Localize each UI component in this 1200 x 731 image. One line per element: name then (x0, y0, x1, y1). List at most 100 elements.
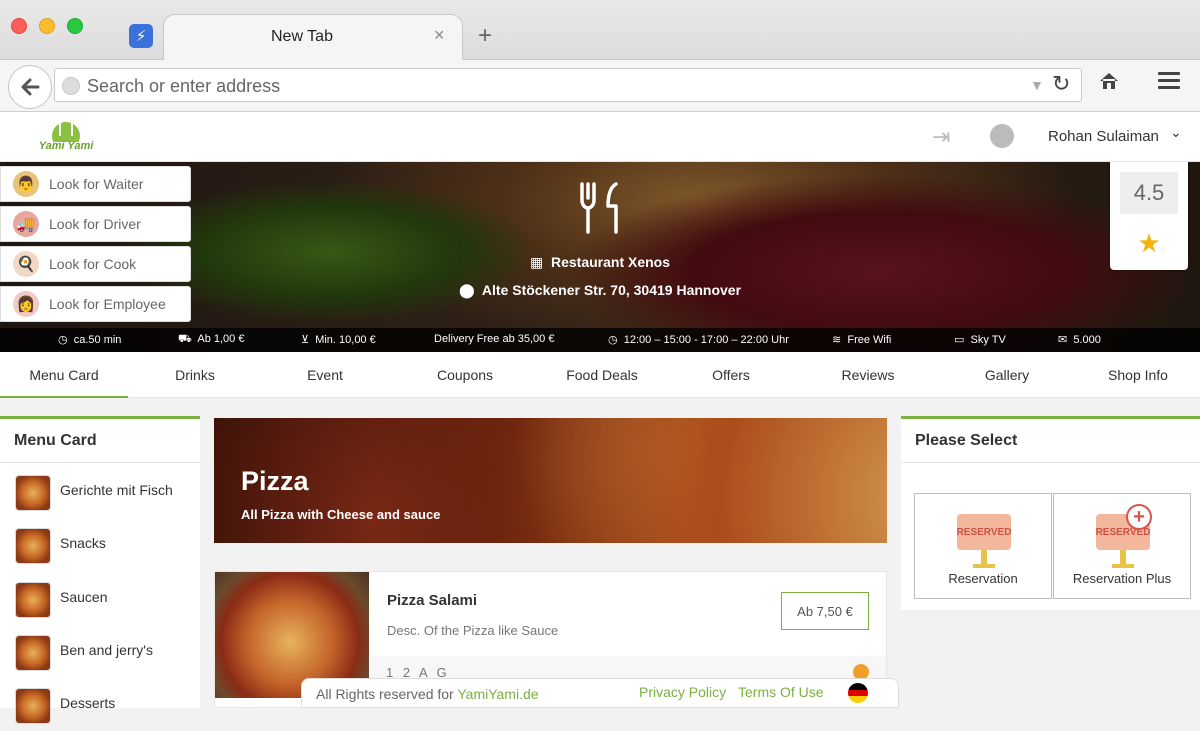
category-thumbnail (15, 475, 51, 511)
info-item: ▭ Sky TV (954, 334, 1006, 346)
home-icon (1100, 73, 1118, 89)
restaurant-name: Restaurant Xenos (550, 254, 671, 270)
clock-icon: ◷ (58, 334, 68, 346)
driver-icon: 🚚 (13, 211, 39, 237)
maximize-window-button[interactable] (67, 18, 83, 34)
browser-tab[interactable]: New Tab × (163, 14, 463, 61)
tab-gallery[interactable]: Gallery (962, 352, 1052, 398)
close-window-button[interactable] (11, 18, 27, 34)
reservation-label: Reservation (948, 571, 1018, 586)
footer-bar: All Rights reserved for YamiYami.de Priv… (301, 678, 899, 708)
category-title: Pizza (241, 466, 309, 496)
menu-card-panel: Menu Card Gerichte mit Fisch Snacks Sauc… (0, 416, 200, 724)
reservation-plus-option[interactable]: RESERVED + Reservation Plus (1053, 493, 1191, 599)
chevron-down-icon[interactable]: ⌄ (1170, 124, 1182, 141)
restaurant-address-line: ⬤ Alte Stöckener Str. 70, 30419 Hannover (0, 282, 1200, 299)
cart-icon: ⊻ (301, 334, 310, 346)
star-icon: ★ (1137, 228, 1161, 258)
reserved-sign-icon: RESERVED (957, 514, 1011, 550)
clock-icon: ◷ (608, 334, 618, 346)
site-header: Yami Yami ⇥ Rohan Sulaiman ⌄ (0, 112, 1200, 162)
category-thumbnail (15, 528, 51, 564)
waiter-icon: 👨 (13, 171, 39, 197)
truck-icon: ⛟ (178, 333, 192, 345)
please-select-title: Please Select (901, 419, 1200, 463)
info-item: ◷ ca.50 min (58, 334, 122, 346)
tab-drinks[interactable]: Drinks (150, 352, 240, 398)
brand-link[interactable]: YamiYami.de (457, 686, 538, 702)
info-item: ⛟ Ab 1,00 € (178, 333, 245, 345)
tab-food-deals[interactable]: Food Deals (552, 352, 652, 398)
address-bar[interactable]: ▼ ↻ (54, 68, 1082, 102)
terms-of-use-link[interactable]: Terms Of Use (738, 684, 824, 700)
tab-title: New Tab (271, 28, 333, 45)
tab-shop-info[interactable]: Shop Info (1090, 352, 1186, 398)
privacy-policy-link[interactable]: Privacy Policy (639, 684, 726, 700)
history-dropdown-icon[interactable]: ▼ (1030, 77, 1044, 93)
user-name[interactable]: Rohan Sulaiman (1048, 128, 1159, 145)
info-item: Delivery Free ab 35,00 € (434, 333, 555, 345)
tab-event[interactable]: Event (280, 352, 370, 398)
reservation-plus-label: Reservation Plus (1072, 571, 1172, 586)
please-select-panel: Please Select RESERVED Reservation RESER… (901, 416, 1200, 610)
rating-box: 4.5 ★ (1110, 162, 1188, 270)
side-button-label: Look for Waiter (49, 176, 144, 192)
menu-card-title: Menu Card (0, 419, 200, 463)
menu-category-item[interactable]: Snacks (0, 518, 200, 571)
globe-icon (62, 77, 80, 95)
look-for-waiter-button[interactable]: 👨 Look for Waiter (0, 166, 191, 202)
menu-category-item[interactable]: Ben and jerry's (0, 625, 200, 678)
restaurant-hero: 👨 Look for Waiter 🚚 Look for Driver 🍳 Lo… (0, 162, 1200, 352)
look-for-driver-button[interactable]: 🚚 Look for Driver (0, 206, 191, 242)
address-input[interactable] (87, 75, 987, 97)
yamiyami-logo[interactable]: Yami Yami (38, 118, 94, 158)
info-item: ⊻ Min. 10,00 € (301, 334, 376, 346)
side-button-label: Look for Driver (49, 216, 141, 232)
category-label: Desserts (60, 695, 116, 711)
info-bar: ◷ ca.50 min ⛟ Ab 1,00 € ⊻ Min. 10,00 € D… (0, 328, 1200, 352)
info-item: ✉ 5.000 (1058, 334, 1101, 346)
info-item: ≋ Free Wifi (832, 334, 892, 346)
browser-menu-button[interactable] (1158, 72, 1180, 90)
restaurant-address: Alte Stöckener Str. 70, 30419 Hannover (481, 282, 742, 298)
tab-offers[interactable]: Offers (686, 352, 776, 398)
menu-category-item[interactable]: Desserts (0, 678, 200, 731)
tab-coupons[interactable]: Coupons (420, 352, 510, 398)
minimize-window-button[interactable] (39, 18, 55, 34)
home-button[interactable] (1098, 70, 1120, 98)
reservation-option[interactable]: RESERVED Reservation (914, 493, 1052, 599)
menu-category-item[interactable]: Gerichte mit Fisch (0, 465, 200, 518)
copyright-text: All Rights reserved for YamiYami.de (316, 686, 539, 702)
plus-icon: + (1126, 504, 1152, 530)
back-button[interactable] (8, 65, 52, 109)
tab-close-icon[interactable]: × (434, 25, 445, 46)
user-avatar-icon[interactable] (990, 124, 1014, 148)
tab-reviews[interactable]: Reviews (823, 352, 913, 398)
product-description: Desc. Of the Pizza like Sauce (387, 623, 559, 638)
tab-menu-card[interactable]: Menu Card (0, 352, 128, 398)
product-name: Pizza Salami (387, 592, 478, 609)
browser-toolbar: ▼ ↻ (0, 60, 1200, 112)
reload-icon[interactable]: ↻ (1052, 71, 1070, 97)
sign-in-icon[interactable]: ⇥ (932, 124, 950, 150)
pizza-category-banner: Pizza All Pizza with Cheese and sauce (214, 418, 887, 543)
category-label: Ben and jerry's (60, 642, 153, 658)
browser-tabstrip: ⚡ New Tab × + (0, 0, 1200, 61)
product-price-button[interactable]: Ab 7,50 € (781, 592, 869, 630)
logo-text: Yami Yami (38, 140, 94, 152)
category-thumbnail (15, 635, 51, 671)
category-thumbnail (15, 688, 51, 724)
building-icon: ▦ (529, 254, 544, 270)
german-flag-icon[interactable] (848, 683, 868, 703)
pinned-tab-icon[interactable]: ⚡ (129, 24, 153, 48)
tv-icon: ▭ (954, 334, 965, 346)
info-item: ◷ 12:00 – 15:00 - 17:00 – 22:00 Uhr (608, 334, 789, 346)
rating-value: 4.5 (1120, 172, 1178, 214)
new-tab-button[interactable]: + (478, 22, 492, 50)
menu-category-item[interactable]: Saucen (0, 572, 200, 625)
restaurant-nav-tabs: Menu Card Drinks Event Coupons Food Deal… (0, 352, 1200, 398)
comments-icon: ✉ (1058, 334, 1068, 346)
fork-knife-icon (580, 182, 618, 234)
category-subtitle: All Pizza with Cheese and sauce (241, 507, 441, 522)
category-label: Saucen (60, 589, 108, 605)
